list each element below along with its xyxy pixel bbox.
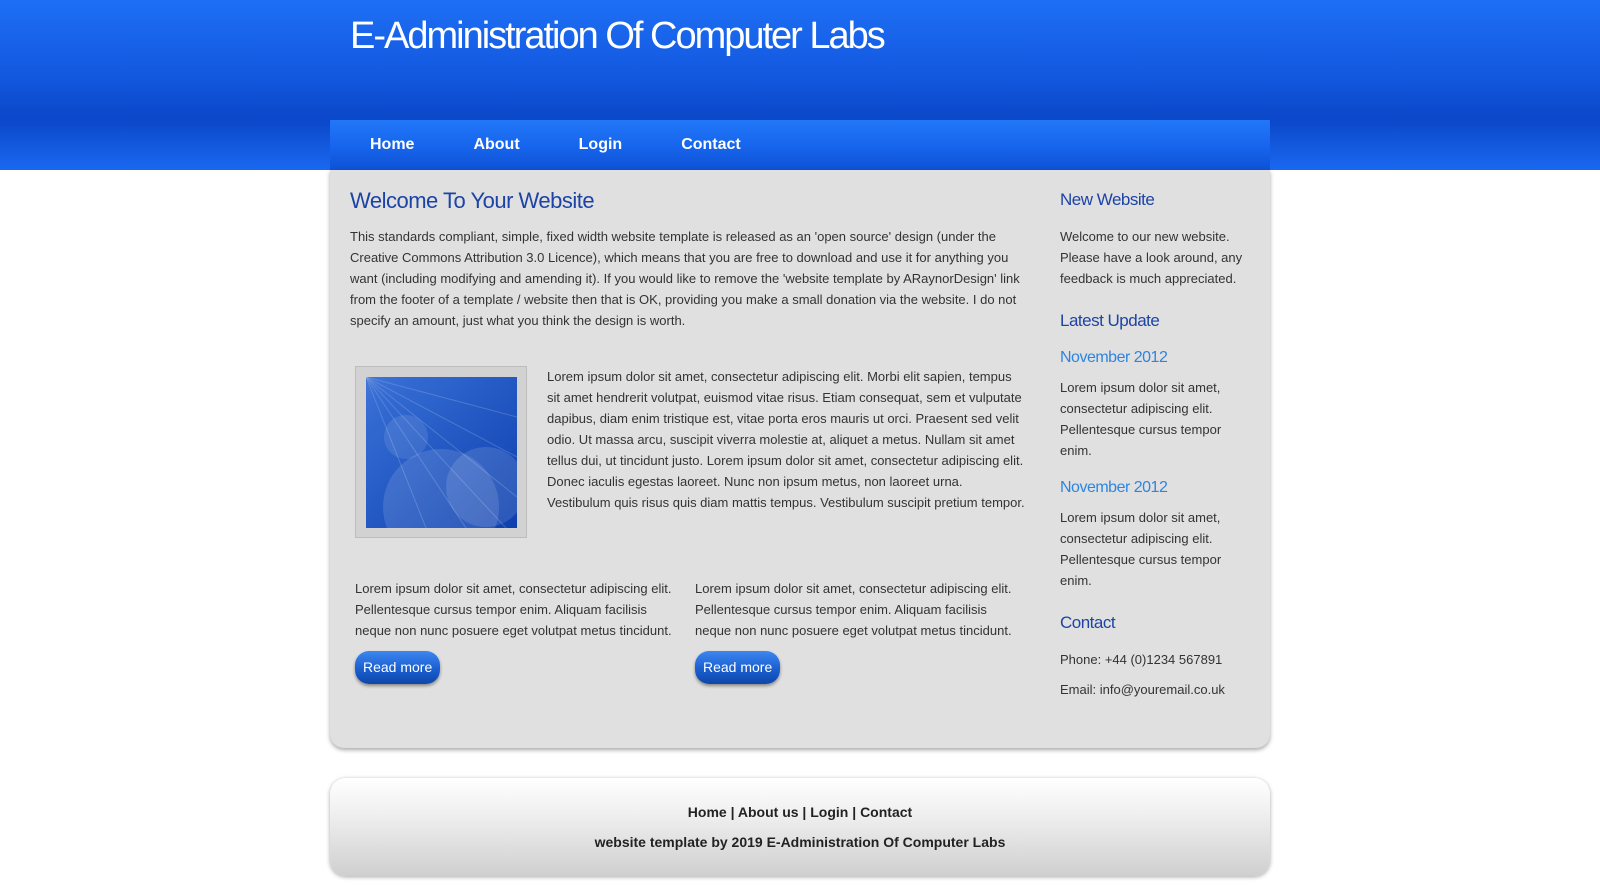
- nav-about[interactable]: About: [473, 136, 519, 154]
- main-column: Welcome To Your Website This standards c…: [350, 188, 1034, 331]
- footer-link-contact[interactable]: Contact: [860, 804, 912, 820]
- column-text: Lorem ipsum dolor sit amet, consectetur …: [695, 581, 1012, 638]
- content-panel: Welcome To Your Website This standards c…: [330, 170, 1270, 748]
- footer-separator: |: [726, 804, 738, 820]
- footer-link-login[interactable]: Login: [810, 804, 848, 820]
- read-more-button[interactable]: Read more: [355, 651, 441, 684]
- main-nav: Home About Login Contact: [330, 120, 1270, 170]
- update-text: Lorem ipsum dolor sit amet, consectetur …: [1060, 510, 1222, 588]
- nav-home[interactable]: Home: [370, 136, 414, 154]
- update-text: Lorem ipsum dolor sit amet, consectetur …: [1060, 380, 1222, 458]
- update-date: November 2012: [1060, 479, 1168, 496]
- footer-separator: |: [848, 804, 861, 820]
- contact-email: Email: info@youremail.co.uk: [1060, 682, 1225, 697]
- update-date: November 2012: [1060, 349, 1168, 366]
- sidebar-heading-latest-update: Latest Update: [1060, 311, 1160, 330]
- page-title: Welcome To Your Website: [350, 188, 595, 213]
- contact-phone: Phone: +44 (0)1234 567891: [1060, 652, 1223, 667]
- feature-image: [366, 377, 517, 528]
- footer-link-about[interactable]: About us: [738, 804, 799, 820]
- site-title: E-Administration Of Computer Labs: [350, 15, 886, 57]
- intro-paragraph: This standards compliant, simple, fixed …: [350, 229, 1020, 328]
- sidebar-heading-new-website: New Website: [1060, 190, 1155, 209]
- column-text: Lorem ipsum dolor sit amet, consectetur …: [355, 581, 672, 638]
- footer-links: Home | About us | Login | Contact: [330, 804, 1270, 820]
- nav-contact[interactable]: Contact: [681, 136, 741, 154]
- feature-text: Lorem ipsum dolor sit amet, consectetur …: [547, 369, 1025, 510]
- footer-link-home[interactable]: Home: [688, 804, 727, 820]
- footer-separator: |: [798, 804, 811, 820]
- footer-credit: website template by 2019 E-Administratio…: [594, 834, 1006, 850]
- footer: Home | About us | Login | Contact websit…: [330, 778, 1270, 876]
- sidebar-welcome-text: Welcome to our new website. Please have …: [1060, 229, 1243, 286]
- read-more-button[interactable]: Read more: [695, 651, 781, 684]
- info-column-left: Lorem ipsum dolor sit amet, consectetur …: [355, 578, 675, 684]
- nav-login[interactable]: Login: [579, 136, 623, 154]
- sidebar-heading-contact: Contact: [1060, 613, 1116, 632]
- feature-image-frame: [355, 366, 527, 538]
- sidebar: New Website Welcome to our new website. …: [1060, 190, 1250, 700]
- info-column-right: Lorem ipsum dolor sit amet, consectetur …: [695, 578, 1015, 684]
